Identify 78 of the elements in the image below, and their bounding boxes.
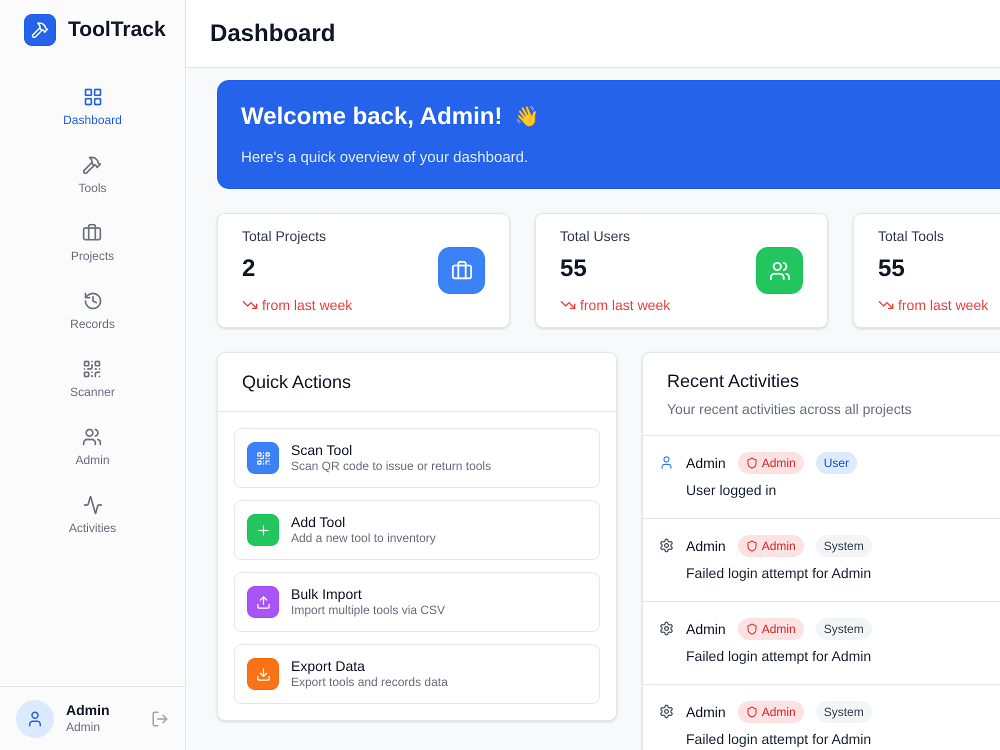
logout-icon[interactable] — [151, 710, 169, 728]
user-icon — [659, 455, 674, 470]
welcome-title: Welcome back, Admin! — [241, 102, 502, 132]
stat-value: 2 — [242, 254, 256, 284]
page-title: Dashboard — [210, 18, 336, 48]
shield-icon — [746, 623, 758, 635]
sidebar-item[interactable]: Projects — [70, 223, 114, 265]
hammer-icon — [82, 155, 102, 175]
logo-icon — [24, 14, 56, 46]
role-label: Admin — [762, 538, 796, 555]
user-role: Admin — [66, 720, 102, 735]
history-icon — [82, 291, 102, 311]
quick-action[interactable]: Bulk Import Import multiple tools via CSV — [234, 572, 600, 632]
qr-code-icon — [256, 450, 270, 466]
stat-label: Total Projects — [242, 226, 328, 246]
action-title: Add Tool — [291, 514, 346, 532]
welcome-subtitle: Here's a quick overview of your dashboard. — [241, 148, 530, 168]
stat-trend: from last week — [580, 296, 670, 314]
sidebar-item[interactable]: Dashboard — [63, 87, 122, 129]
shield-icon — [746, 457, 758, 469]
stat-label: Total Tools — [878, 226, 945, 246]
briefcase-icon — [82, 223, 102, 243]
download-icon — [256, 666, 270, 682]
avatar-icon — [16, 700, 54, 738]
user-name: Admin — [66, 702, 111, 720]
card-subtitle: Your recent activities across all projects — [667, 400, 913, 419]
qr-code-icon — [82, 359, 102, 379]
action-description: Import multiple tools via CSV — [291, 603, 446, 618]
activity-user: Admin — [686, 702, 726, 722]
activity-message: Failed login attempt for Admin — [686, 730, 872, 749]
briefcase-icon — [450, 260, 472, 282]
sidebar-item[interactable]: Activities — [68, 495, 116, 537]
sidebar-item[interactable]: Admin — [75, 427, 110, 469]
activity-user: Admin — [686, 536, 726, 556]
role-label: Admin — [762, 455, 796, 472]
role-label: Admin — [762, 704, 796, 721]
gear-icon — [659, 621, 674, 636]
shield-icon — [746, 706, 758, 718]
wave-emoji: 👋 — [514, 104, 540, 130]
stat-trend: from last week — [262, 296, 352, 314]
type-tag: System — [816, 535, 872, 557]
upload-icon — [256, 594, 270, 610]
type-tag: System — [816, 701, 872, 723]
action-description: Export tools and records data — [291, 675, 448, 690]
quick-action[interactable]: Add Tool Add a new tool to inventory — [234, 500, 600, 560]
grid-icon — [82, 87, 102, 107]
action-description: Scan QR code to issue or return tools — [291, 459, 492, 474]
shield-icon — [746, 540, 758, 552]
gear-icon — [659, 704, 674, 719]
role-label: Admin — [762, 621, 796, 638]
quick-action[interactable]: Export Data Export tools and records data — [234, 644, 600, 704]
sidebar-item[interactable]: Scanner — [70, 359, 115, 401]
activity-user: Admin — [686, 620, 726, 638]
sidebar-item[interactable]: Tools — [78, 155, 106, 197]
stat-label: Total Users — [560, 226, 632, 246]
activity-user: Admin — [686, 454, 726, 472]
action-title: Scan Tool — [291, 442, 354, 460]
action-description: Add a new tool to inventory — [291, 531, 436, 546]
card-title: Quick Actions — [242, 370, 352, 394]
plus-icon — [256, 522, 270, 538]
users-icon — [768, 260, 790, 282]
type-tag: User — [816, 452, 858, 474]
stat-value: 55 — [560, 254, 588, 284]
sidebar-item[interactable]: Records — [70, 291, 115, 333]
stat-value: 55 — [878, 254, 906, 284]
app-name: ToolTrack — [68, 17, 166, 44]
pulse-icon — [82, 495, 102, 515]
users-icon — [82, 427, 102, 447]
card-title: Recent Activities — [667, 370, 800, 393]
stat-trend: from last week — [898, 296, 988, 314]
quick-action[interactable]: Scan Tool Scan QR code to issue or return tools — [234, 428, 600, 488]
action-title: Export Data — [291, 658, 366, 676]
gear-icon — [659, 538, 674, 553]
activity-message: User logged in — [686, 481, 778, 500]
activity-message: Failed login attempt for Admin — [686, 647, 872, 666]
activity-message: Failed login attempt for Admin — [686, 564, 872, 583]
action-title: Bulk Import — [291, 586, 363, 604]
type-tag: System — [816, 618, 872, 640]
